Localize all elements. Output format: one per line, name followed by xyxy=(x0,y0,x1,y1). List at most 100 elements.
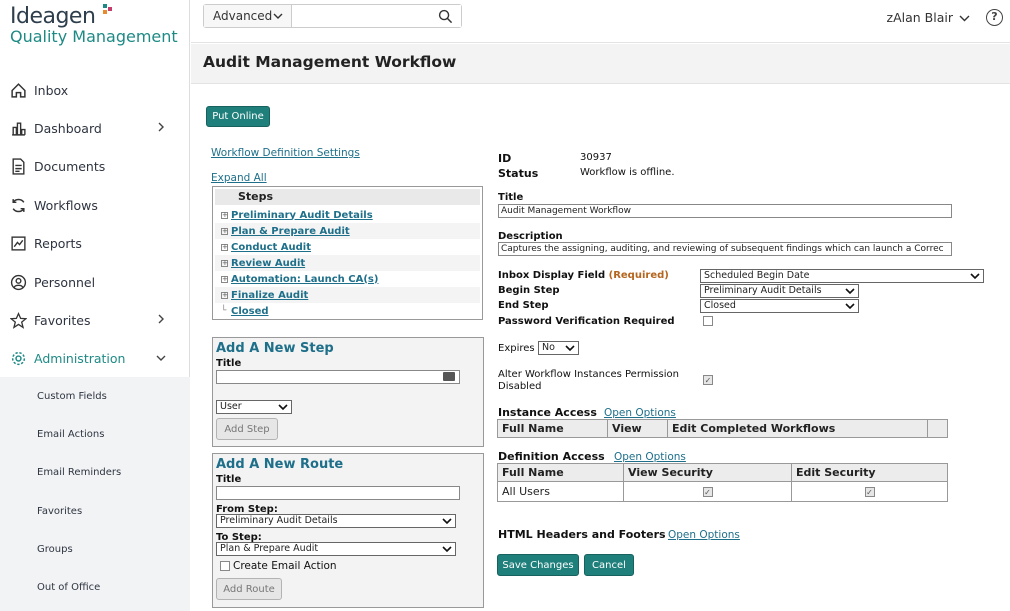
expand-icon[interactable]: + xyxy=(221,227,228,235)
nav-label: Administration xyxy=(34,351,126,367)
nav-workflows[interactable]: Workflows xyxy=(0,186,190,224)
subnav-email-reminders[interactable]: Email Reminders xyxy=(0,454,190,492)
col-full-name[interactable]: Full Name xyxy=(497,419,608,438)
nav-documents[interactable]: Documents xyxy=(0,148,190,186)
alter-permission-checkbox[interactable]: ✓ xyxy=(703,375,713,385)
step-link[interactable]: Plan & Prepare Audit xyxy=(231,226,350,237)
subnav-custom-fields[interactable]: Custom Fields xyxy=(0,377,190,415)
view-security-checkbox[interactable]: ✓ xyxy=(702,487,713,497)
password-verification-checkbox[interactable] xyxy=(703,316,713,326)
step-link[interactable]: Preliminary Audit Details xyxy=(231,210,373,221)
id-value: 30937 xyxy=(580,152,612,163)
search-input[interactable] xyxy=(292,5,461,27)
inbox-display-select[interactable]: Scheduled Begin Date xyxy=(700,269,984,283)
row-edit-security: ✓ xyxy=(791,481,948,502)
step-title-label: Title xyxy=(216,358,242,369)
steps-header: Steps xyxy=(215,189,480,205)
expand-icon[interactable]: + xyxy=(221,211,228,219)
chart-icon xyxy=(12,122,26,136)
create-email-checkbox[interactable] xyxy=(220,561,230,571)
required-text: (Required) xyxy=(608,270,669,281)
expand-icon[interactable]: + xyxy=(221,291,228,299)
html-open-options-link[interactable]: Open Options xyxy=(668,529,740,541)
home-icon xyxy=(11,82,26,98)
route-title-input[interactable] xyxy=(216,486,460,500)
nav-inbox[interactable]: Inbox xyxy=(0,71,190,109)
id-label: ID xyxy=(498,152,512,165)
title-input[interactable]: Audit Management Workflow xyxy=(498,204,952,218)
expires-select[interactable]: No xyxy=(538,341,579,355)
alter-permission-label-1: Alter Workflow Instances Permission xyxy=(498,369,679,380)
inbox-display-value: Scheduled Begin Date xyxy=(704,270,810,281)
step-link[interactable]: Automation: Launch CA(s) xyxy=(231,274,378,285)
nav-dashboard[interactable]: Dashboard xyxy=(0,109,190,147)
subnav-groups[interactable]: Groups xyxy=(0,530,190,568)
instance-open-options-link[interactable]: Open Options xyxy=(604,407,676,419)
expand-icon[interactable]: + xyxy=(221,243,228,251)
end-step-value: Closed xyxy=(704,300,736,311)
subnav-email-actions[interactable]: Email Actions xyxy=(0,415,190,453)
nav-personnel[interactable]: Personnel xyxy=(0,263,190,301)
tree-row: + Preliminary Audit Details xyxy=(215,207,480,223)
table-row: All Users ✓ ✓ xyxy=(497,481,948,502)
step-link[interactable]: Finalize Audit xyxy=(231,290,308,301)
document-icon xyxy=(12,158,25,176)
col-view-security[interactable]: View Security xyxy=(623,463,792,482)
definition-open-options-link[interactable]: Open Options xyxy=(614,451,686,463)
chevron-down-icon xyxy=(845,303,855,310)
step-link[interactable]: Conduct Audit xyxy=(231,242,311,253)
expand-icon[interactable]: + xyxy=(221,275,228,283)
user-menu[interactable]: zAlan Blair xyxy=(887,10,970,25)
col-view[interactable]: View xyxy=(607,419,668,438)
subnav-favorites[interactable]: Favorites xyxy=(0,492,190,530)
nav-administration[interactable]: Administration xyxy=(0,340,190,378)
report-icon xyxy=(11,236,26,251)
nav-label: Reports xyxy=(34,236,82,252)
expires-value: No xyxy=(542,342,555,353)
step-link[interactable]: Closed xyxy=(231,306,269,317)
search-scope-value: Advanced xyxy=(213,9,273,23)
add-step-panel: Add A New Step Title User Add Step xyxy=(212,337,484,447)
status-value: Workflow is offline. xyxy=(580,167,675,178)
save-changes-button[interactable]: Save Changes xyxy=(497,554,579,576)
begin-step-select[interactable]: Preliminary Audit Details xyxy=(700,284,859,298)
add-route-button[interactable]: Add Route xyxy=(216,578,282,600)
description-input[interactable]: Captures the assigning, auditing, and re… xyxy=(498,242,952,256)
put-online-button[interactable]: Put Online xyxy=(206,106,270,127)
nav-label: Workflows xyxy=(34,197,98,213)
begin-step-value: Preliminary Audit Details xyxy=(704,285,822,296)
begin-step-label: Begin Step xyxy=(498,285,560,296)
workflow-definition-settings-link[interactable]: Workflow Definition Settings xyxy=(211,147,360,159)
to-step-select[interactable]: Plan & Prepare Audit xyxy=(216,542,456,556)
col-edit-security[interactable]: Edit Security xyxy=(791,463,948,482)
search-scope-select[interactable]: Advanced xyxy=(204,5,292,27)
edit-security-checkbox[interactable]: ✓ xyxy=(864,487,875,497)
search-bar: Advanced xyxy=(203,4,462,28)
search-icon[interactable] xyxy=(438,9,453,24)
col-full-name[interactable]: Full Name xyxy=(497,463,624,482)
add-step-button[interactable]: Add Step xyxy=(216,418,278,440)
subnav-out-of-office[interactable]: Out of Office xyxy=(0,568,190,606)
title-label: Title xyxy=(498,192,524,203)
step-type-select[interactable]: User xyxy=(216,400,292,414)
step-type-value: User xyxy=(220,401,242,412)
user-name: zAlan Blair xyxy=(886,10,953,25)
brand-logo[interactable]: Ideagen Quality Management xyxy=(10,4,178,46)
nav-favorites[interactable]: Favorites xyxy=(0,301,190,339)
expand-icon[interactable]: + xyxy=(221,259,228,267)
keyboard-icon[interactable] xyxy=(443,372,455,381)
from-step-select[interactable]: Preliminary Audit Details xyxy=(216,514,456,528)
help-icon[interactable]: ? xyxy=(986,9,1003,26)
nav-reports[interactable]: Reports xyxy=(0,225,190,263)
step-title-input[interactable] xyxy=(216,370,460,384)
step-link[interactable]: Review Audit xyxy=(231,258,305,269)
end-step-select[interactable]: Closed xyxy=(700,299,859,313)
col-edit-completed[interactable]: Edit Completed Workflows xyxy=(667,419,928,438)
nav-label: Favorites xyxy=(34,313,91,329)
expand-all-link[interactable]: Expand All xyxy=(211,172,267,184)
description-label: Description xyxy=(498,231,563,242)
expires-label: Expires xyxy=(498,343,535,354)
nav-label: Documents xyxy=(34,159,106,175)
cancel-button[interactable]: Cancel xyxy=(584,554,634,576)
top-bar: Advanced zAlan Blair ? xyxy=(191,0,1010,43)
